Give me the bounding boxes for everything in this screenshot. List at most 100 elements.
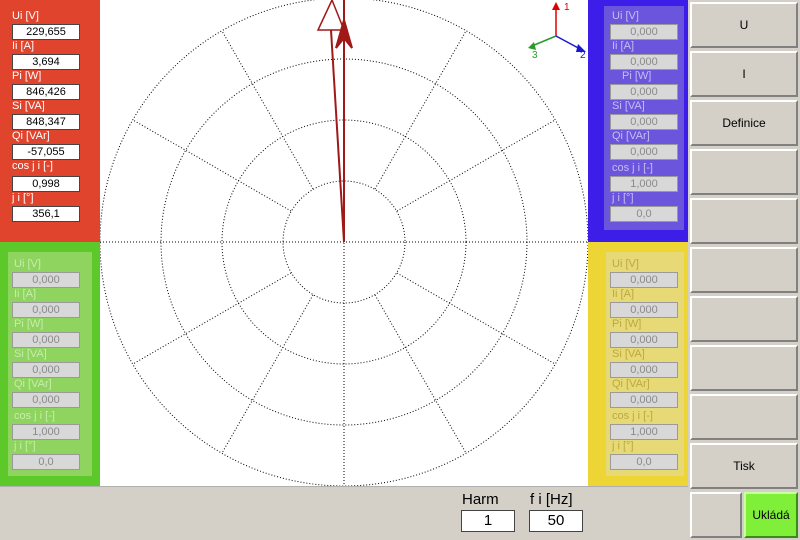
grid-spoke-330 (396, 272, 556, 365)
empty-button-1[interactable] (690, 149, 798, 195)
phase4-pi-value: 0,000 (610, 332, 678, 348)
uklada-button[interactable]: Ukládá (744, 492, 798, 538)
phase1-qi-value: -57,055 (12, 144, 80, 160)
phase4-phi-value: 0,0 (610, 454, 678, 470)
phase3-ui-value: 0,000 (12, 272, 80, 288)
phase1-qi-label: Qi [VAr] (12, 130, 50, 142)
grid-spoke-210 (132, 272, 292, 365)
phase4-ui-label: Ui [V] (612, 258, 639, 270)
phase3-values: Ui [V] 0,000 Ii [A] 0,000 Pi [W] 0,000 S… (8, 252, 92, 476)
phase1-si-value: 848,347 (12, 114, 80, 130)
phase2-si-value: 0,000 (610, 114, 678, 130)
phase3-cos-value: 1,000 (12, 424, 80, 440)
phasor-svg: 1 2 3 (99, 0, 589, 487)
phase3-phi-label: j i [°] (14, 440, 36, 452)
bottom-bar: Harm 1 f i [Hz] 50 (0, 486, 688, 540)
axis-3-arrow (528, 42, 536, 50)
phase1-phi-label: j i [°] (12, 192, 34, 204)
empty-button-6[interactable] (690, 394, 798, 440)
phase3-pi-label: Pi [W] (14, 318, 44, 330)
phase2-cos-value: 1,000 (610, 176, 678, 192)
phase2-ui-label: Ui [V] (612, 10, 639, 22)
u-button[interactable]: U (690, 2, 798, 48)
empty-button-2[interactable] (690, 198, 798, 244)
phase1-phi-value: 356,1 (12, 206, 80, 222)
i-button[interactable]: I (690, 51, 798, 97)
phase3-ii-label: Ii [A] (14, 288, 37, 300)
phase4-si-value: 0,000 (610, 362, 678, 378)
phase2-phi-label: j i [°] (612, 192, 634, 204)
phase4-ii-label: Ii [A] (612, 288, 635, 300)
phase4-phi-label: j i [°] (612, 440, 634, 452)
grid-spoke-240 (221, 294, 314, 454)
phase1-ii-value: 3,694 (12, 54, 80, 70)
axis-triad: 1 2 3 (528, 2, 586, 61)
phase4-cos-label: cos j i [-] (612, 410, 653, 422)
grid-spoke-60 (374, 30, 467, 190)
phase1-pi-value: 846,426 (12, 84, 80, 100)
blank-button[interactable] (690, 492, 742, 538)
phase4-cos-value: 1,000 (610, 424, 678, 440)
axis-1-label: 1 (564, 2, 570, 13)
axis-2-label: 2 (580, 50, 586, 61)
phase4-si-label: Si [VA] (612, 348, 645, 360)
tisk-button[interactable]: Tisk (690, 443, 798, 489)
phase4-values: Ui [V] 0,000 Ii [A] 0,000 Pi [W] 0,000 S… (606, 252, 684, 476)
phase2-qi-value: 0,000 (610, 144, 678, 160)
phase1-cos-value: 0,998 (12, 176, 80, 192)
phase2-ii-label: Ii [A] (612, 40, 635, 52)
phase3-qi-value: 0,000 (12, 392, 80, 408)
phase4-ui-value: 0,000 (610, 272, 678, 288)
phase2-qi-label: Qi [VAr] (612, 130, 650, 142)
phase2-panel: Ui [V] 0,000 Ii [A] 0,000 Pi [W] 0,000 S… (588, 0, 688, 242)
phase1-panel: Ui [V] 229,655 Ii [A] 3,694 Pi [W] 846,4… (0, 0, 100, 242)
phase2-phi-value: 0,0 (610, 206, 678, 222)
phase3-si-label: Si [VA] (14, 348, 47, 360)
grid-spoke-300 (374, 294, 467, 454)
phase4-qi-label: Qi [VAr] (612, 378, 650, 390)
phase4-qi-value: 0,000 (610, 392, 678, 408)
phase3-qi-label: Qi [VAr] (14, 378, 52, 390)
phase3-panel: Ui [V] 0,000 Ii [A] 0,000 Pi [W] 0,000 S… (0, 242, 100, 486)
axis-1-arrow (552, 2, 560, 10)
grid-spoke-120 (221, 30, 314, 190)
empty-button-3[interactable] (690, 247, 798, 293)
grid-spoke-30 (396, 119, 556, 212)
phasor-diagram: 1 2 3 (99, 0, 589, 487)
phase2-ui-value: 0,000 (610, 24, 678, 40)
phase2-cos-label: cos j i [-] (612, 162, 653, 174)
empty-button-4[interactable] (690, 296, 798, 342)
current-phasor-arrowhead (316, 0, 346, 31)
voltage-phasor (335, 0, 353, 242)
phase3-ii-value: 0,000 (12, 302, 80, 318)
harm-label: Harm (462, 491, 499, 508)
freq-label: f i [Hz] (530, 491, 573, 508)
phase2-ii-value: 0,000 (610, 54, 678, 70)
phase2-pi-value: 0,000 (610, 84, 678, 100)
phase4-pi-label: Pi [W] (612, 318, 642, 330)
empty-button-5[interactable] (690, 345, 798, 391)
phase1-ii-label: Ii [A] (12, 40, 35, 52)
harm-value[interactable]: 1 (461, 510, 515, 532)
phase3-phi-value: 0,0 (12, 454, 80, 470)
phase4-ii-value: 0,000 (610, 302, 678, 318)
definice-button[interactable]: Definice (690, 100, 798, 146)
freq-value[interactable]: 50 (529, 510, 583, 532)
axis-3-line (531, 35, 557, 47)
axis-3-label: 3 (532, 50, 538, 61)
phase1-pi-label: Pi [W] (12, 70, 42, 82)
phase2-si-label: Si [VA] (612, 100, 645, 112)
phase2-pi-label: Pi [W] (622, 70, 652, 82)
phase3-si-value: 0,000 (12, 362, 80, 378)
phase3-pi-value: 0,000 (12, 332, 80, 348)
phase2-values: Ui [V] 0,000 Ii [A] 0,000 Pi [W] 0,000 S… (604, 6, 684, 230)
phase1-ui-value: 229,655 (12, 24, 80, 40)
phase4-panel: Ui [V] 0,000 Ii [A] 0,000 Pi [W] 0,000 S… (588, 242, 688, 486)
phase1-si-label: Si [VA] (12, 100, 45, 112)
phase1-ui-label: Ui [V] (12, 10, 39, 22)
phase3-ui-label: Ui [V] (14, 258, 41, 270)
phase1-cos-label: cos j i [-] (12, 160, 53, 172)
current-phasor-line (330, 29, 345, 243)
phase3-cos-label: cos j i [-] (14, 410, 55, 422)
grid-spoke-150 (132, 119, 292, 212)
